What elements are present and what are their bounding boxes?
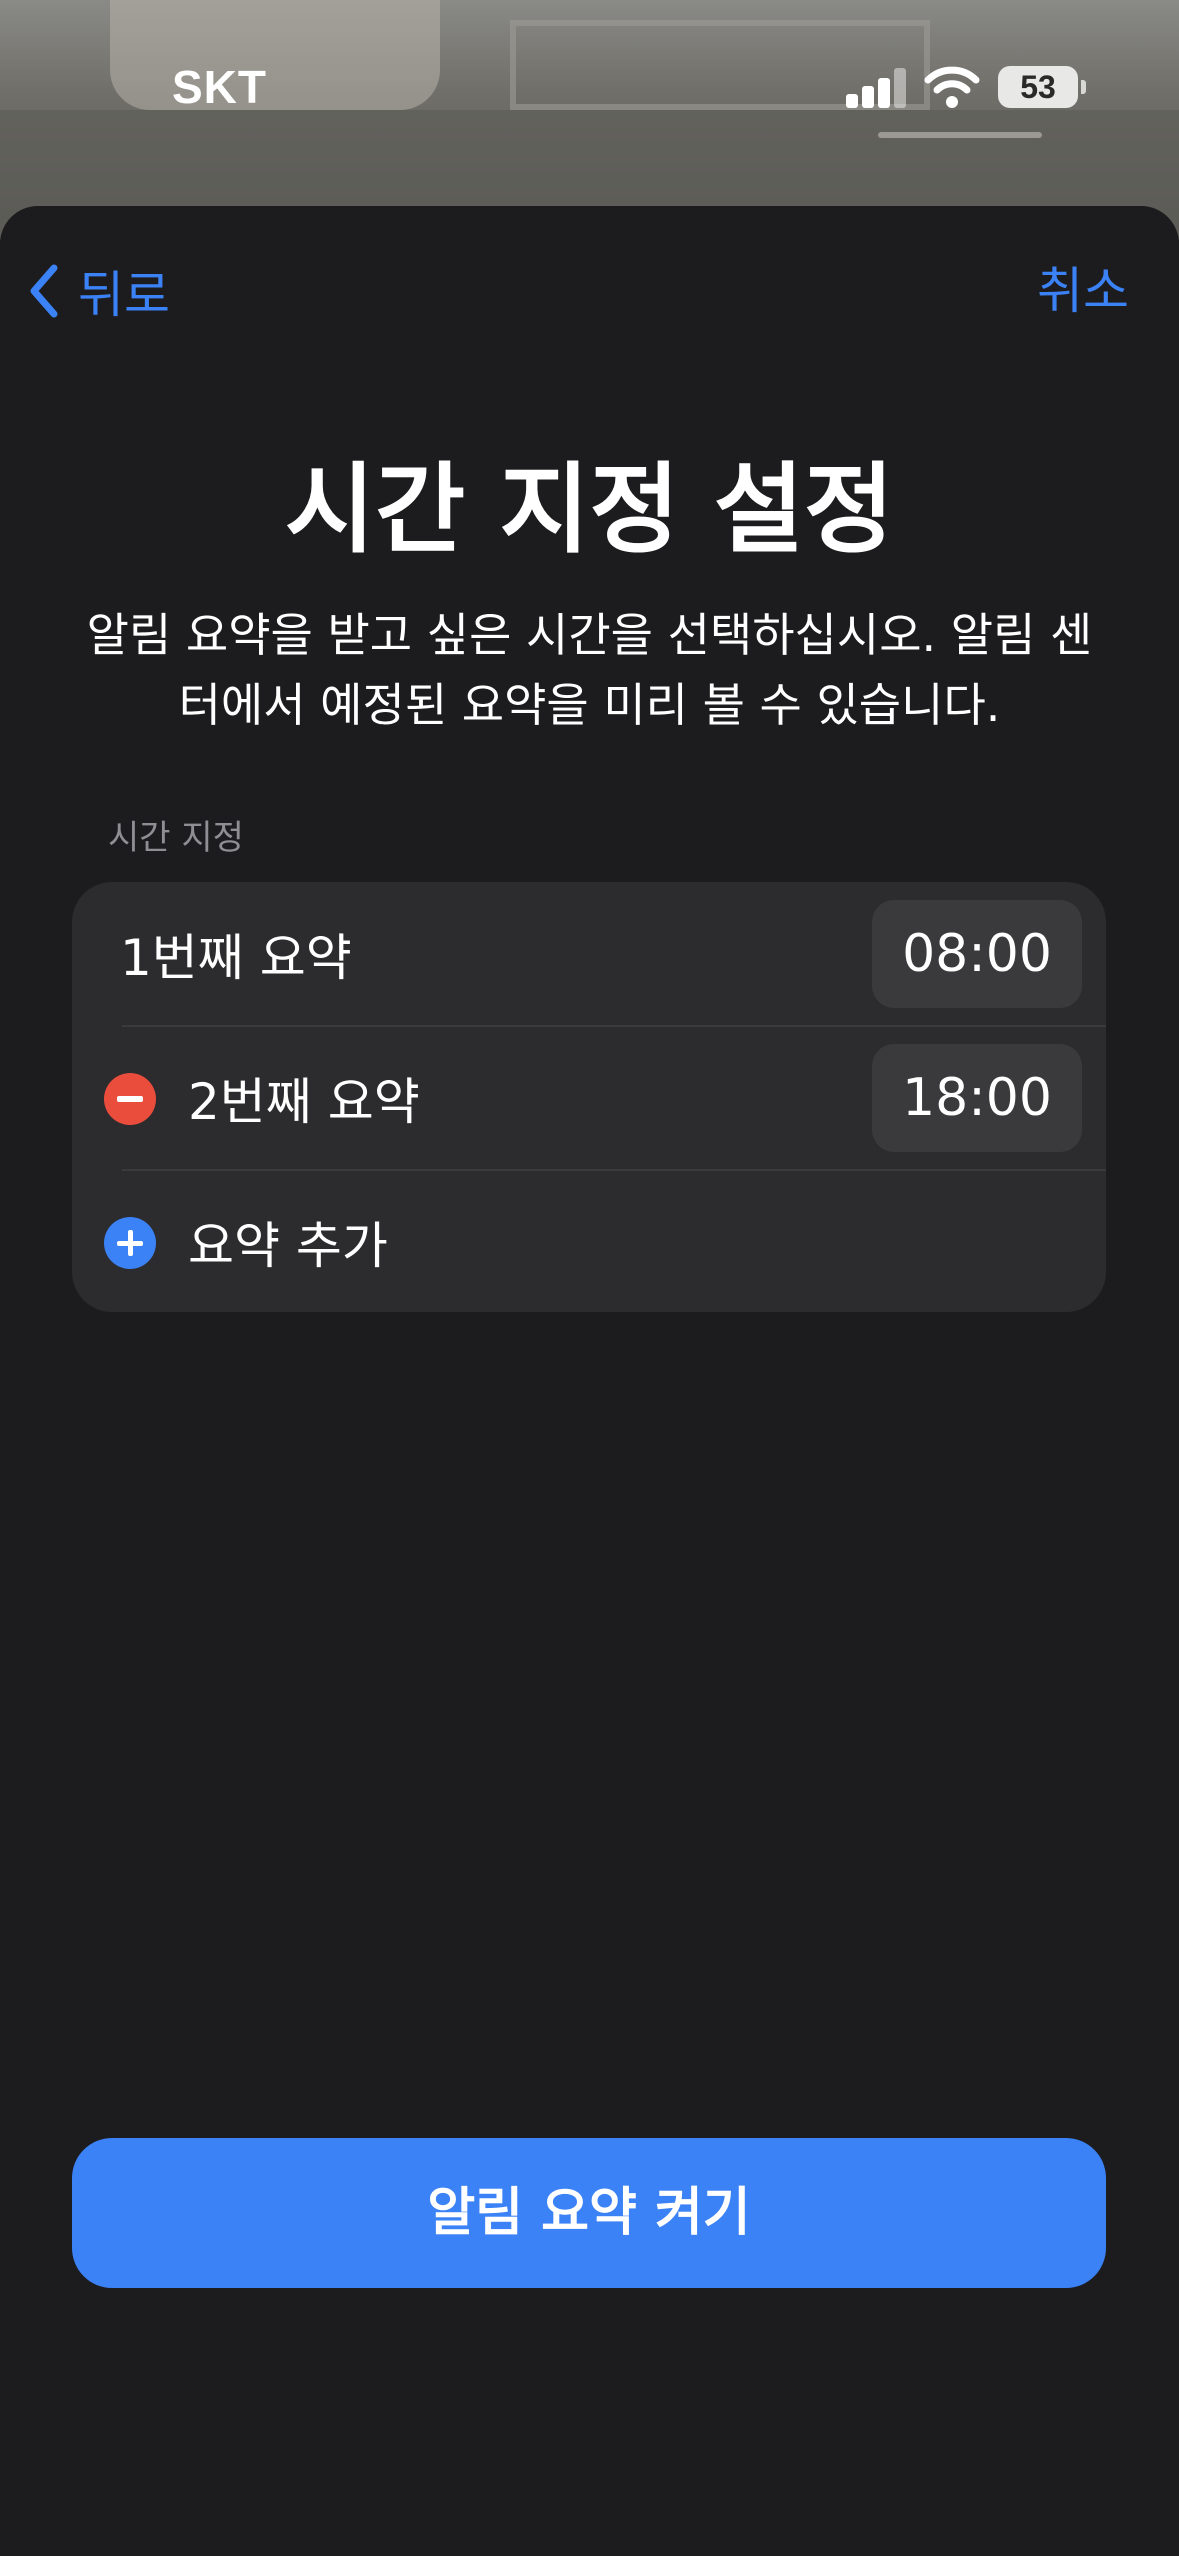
plus-icon-stroke (127, 1230, 133, 1256)
page-description: 알림 요약을 받고 싶은 시간을 선택하십시오. 알림 센터에서 예정된 요약을… (86, 608, 1093, 732)
section-header: 시간 지정 (108, 818, 244, 858)
list-item: 2번째 요약 18:00 (72, 1026, 1106, 1170)
remove-button[interactable] (104, 1073, 156, 1125)
wifi-icon (924, 62, 980, 110)
battery-icon: 53 (998, 66, 1086, 108)
sheet-grabber (878, 132, 1042, 138)
minus-icon (117, 1096, 143, 1102)
add-summary-label: 요약 추가 (188, 1217, 388, 1275)
back-button[interactable]: 뒤로 (26, 256, 170, 326)
add-button[interactable] (104, 1217, 156, 1269)
time-picker[interactable]: 18:00 (872, 1044, 1082, 1152)
status-bar: SKT 53 (0, 0, 1179, 180)
add-summary-row[interactable]: 요약 추가 (72, 1170, 1106, 1312)
carrier-name: SKT (172, 61, 267, 113)
battery-level: 53 (1020, 69, 1056, 105)
summary-label: 1번째 요약 (120, 929, 352, 987)
schedule-list: 1번째 요약 08:00 2번째 요약 18:00 요약 추가 (72, 882, 1106, 1312)
back-button-label: 뒤로 (78, 266, 170, 324)
cancel-button[interactable]: 취소 (1037, 256, 1129, 326)
list-item: 1번째 요약 08:00 (72, 882, 1106, 1026)
summary-label: 2번째 요약 (188, 1073, 420, 1131)
turn-on-summary-button[interactable]: 알림 요약 켜기 (72, 2138, 1106, 2288)
time-picker[interactable]: 08:00 (872, 900, 1082, 1008)
page-title: 시간 지정 설정 (284, 453, 895, 567)
chevron-left-icon (30, 264, 58, 318)
cellular-signal-icon (846, 68, 908, 108)
